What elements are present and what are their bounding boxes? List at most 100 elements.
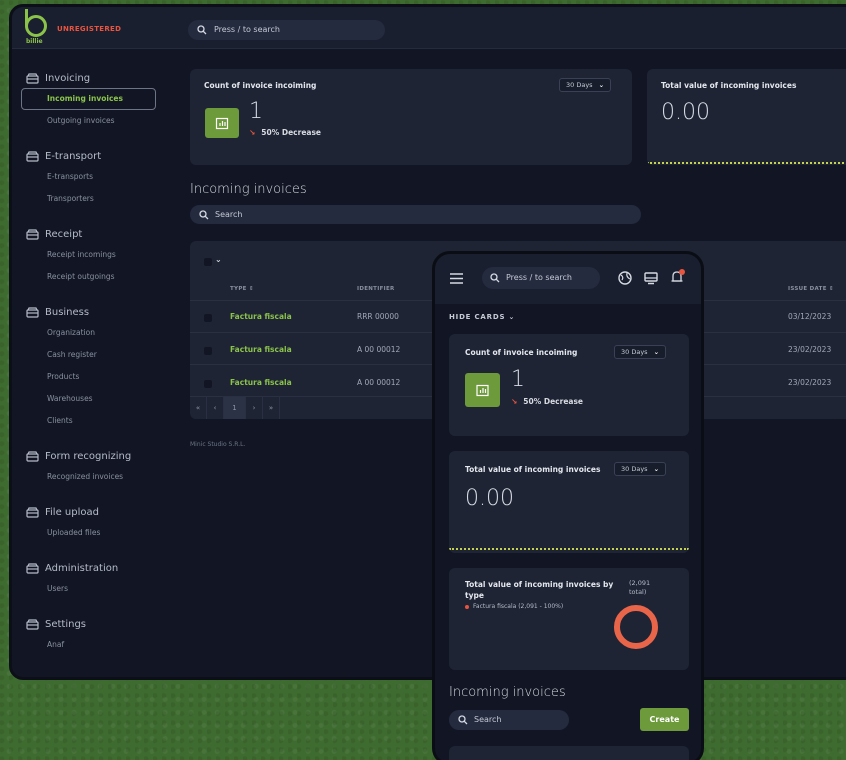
row-checkbox[interactable] xyxy=(204,314,212,322)
cell-issue-date: 03/12/2023 xyxy=(788,312,832,321)
page-current-button[interactable]: 1 xyxy=(224,397,246,419)
sidebar-group-label: Administration xyxy=(45,563,119,574)
folder-icon xyxy=(26,451,39,462)
page-first-button[interactable]: « xyxy=(190,397,207,419)
footer-company: Minic Studio S.R.L. xyxy=(190,441,246,448)
folder-icon xyxy=(26,151,39,162)
count-change: ↘ 50% Decrease xyxy=(249,128,322,137)
count-card: Count of invoice incoiming 30 Days ⌄ 1 ↘ 5… xyxy=(190,69,632,165)
brand-name: billie xyxy=(26,38,43,45)
cell-identifier: A 00 00012 xyxy=(357,378,401,387)
sidebar-item-e-transports[interactable]: E-transports xyxy=(47,172,93,181)
search-placeholder: Search xyxy=(215,210,243,219)
sparkline xyxy=(647,162,846,164)
sidebar-item-uploaded-files[interactable]: Uploaded files xyxy=(47,528,100,537)
total-value: 0.00 xyxy=(465,486,514,511)
column-header-type[interactable]: TYPE ⇕ xyxy=(230,286,254,292)
search-placeholder: Press / to search xyxy=(214,25,280,34)
trend-down-icon: ↘ xyxy=(511,397,518,406)
period-select-value: 30 Days xyxy=(621,348,648,356)
page-prev-button[interactable]: ‹ xyxy=(207,397,224,419)
row-checkbox[interactable] xyxy=(204,380,212,388)
sidebar-item-outgoing-invoices[interactable]: Outgoing invoices xyxy=(47,116,115,125)
app-logo[interactable]: billie xyxy=(25,9,51,45)
search-icon xyxy=(458,715,468,725)
by-type-card-title: Total value of incoming invoices by type xyxy=(465,580,614,600)
count-value: 1 xyxy=(511,367,525,392)
total-value: 0.00 xyxy=(661,100,710,125)
pagination: « ‹ 1 › » xyxy=(190,397,280,419)
chevron-down-icon[interactable]: ⌄ xyxy=(215,255,222,264)
period-select-value: 30 Days xyxy=(621,465,648,473)
globe-icon[interactable] xyxy=(618,271,632,285)
sidebar-item-users[interactable]: Users xyxy=(47,584,68,593)
sidebar-item-receipt-incomings[interactable]: Receipt incomings xyxy=(47,250,116,259)
period-select-value: 30 Days xyxy=(566,81,593,89)
cell-identifier: RRR 00000 xyxy=(357,312,399,321)
sidebar-item-clients[interactable]: Clients xyxy=(47,416,73,425)
sidebar-group-label: E-transport xyxy=(45,151,102,162)
legend-swatch xyxy=(465,604,469,609)
folder-icon xyxy=(26,619,39,630)
sidebar-item-products[interactable]: Products xyxy=(47,372,79,381)
total-card: Total value of incoming invoices 0.00 xyxy=(647,69,846,165)
trend-down-icon: ↘ xyxy=(249,128,256,137)
total-card-title: Total value of incoming invoices xyxy=(465,465,601,474)
monitor-icon[interactable] xyxy=(644,271,658,285)
sidebar-item-warehouses[interactable]: Warehouses xyxy=(47,394,93,403)
chart-legend: Factura fiscala (2,091 - 100%) xyxy=(465,603,563,610)
folder-icon xyxy=(26,507,39,518)
row-checkbox[interactable] xyxy=(204,347,212,355)
search-placeholder: Search xyxy=(474,715,502,724)
sidebar-item-incoming-invoices[interactable]: Incoming invoices xyxy=(21,88,156,110)
sidebar-item-receipt-outgoings[interactable]: Receipt outgoings xyxy=(47,272,115,281)
period-select[interactable]: 30 Days ⌄ xyxy=(614,345,667,359)
period-select[interactable]: 30 Days ⌄ xyxy=(559,78,612,92)
sidebar-group-label: Business xyxy=(45,307,90,318)
folder-icon xyxy=(26,229,39,240)
search-icon xyxy=(490,273,500,283)
folder-icon xyxy=(26,73,39,84)
sidebar-group-label: Invoicing xyxy=(45,73,91,84)
chart-icon xyxy=(465,373,500,407)
invoice-search-input[interactable]: Search xyxy=(190,205,641,224)
license-status: UNREGISTERED xyxy=(57,25,122,33)
search-icon xyxy=(199,210,209,220)
cell-type[interactable]: Factura fiscala xyxy=(230,312,292,321)
sidebar-group-label: File upload xyxy=(45,507,99,518)
menu-icon[interactable] xyxy=(450,273,463,284)
column-header-issue-date[interactable]: ISSUE DATE ⇕ xyxy=(788,286,834,292)
donut-chart xyxy=(614,605,658,649)
count-value: 1 xyxy=(249,99,263,124)
cell-type[interactable]: Factura fiscala xyxy=(230,345,292,354)
sidebar-item-organization[interactable]: Organization xyxy=(47,328,95,337)
legend-label: Factura fiscala (2,091 - 100%) xyxy=(473,603,564,610)
column-header-identifier[interactable]: IDENTIFIER xyxy=(357,286,395,292)
page-last-button[interactable]: » xyxy=(263,397,280,419)
global-search-input[interactable]: Press / to search xyxy=(188,20,385,40)
sidebar-item-cash-register[interactable]: Cash register xyxy=(47,350,97,359)
sidebar-group-label: Form recognizing xyxy=(45,451,132,462)
sidebar-group-label: Receipt xyxy=(45,229,83,240)
sidebar-item-recognized-invoices[interactable]: Recognized invoices xyxy=(47,472,123,481)
mobile-by-type-card: Total value of incoming invoices by type… xyxy=(449,568,689,670)
mobile-search-input[interactable]: Press / to search xyxy=(482,267,600,289)
mobile-view: Press / to search HIDE CARDS ⌄ Count of … xyxy=(432,251,704,760)
mobile-table-card xyxy=(449,746,689,760)
bell-icon[interactable] xyxy=(670,268,686,285)
sidebar-item-transporters[interactable]: Transporters xyxy=(47,194,94,203)
total-note: (2,091 total) xyxy=(629,579,651,596)
mobile-invoice-search-input[interactable]: Search xyxy=(449,710,569,730)
cell-type[interactable]: Factura fiscala xyxy=(230,378,292,387)
page-next-button[interactable]: › xyxy=(246,397,263,419)
cell-issue-date: 23/02/2023 xyxy=(788,378,832,387)
hide-cards-toggle[interactable]: HIDE CARDS ⌄ xyxy=(449,313,515,321)
count-card-title: Count of invoice incoiming xyxy=(465,348,578,357)
sidebar-item-anaf[interactable]: Anaf xyxy=(47,640,64,649)
count-change: ↘ 50% Decrease xyxy=(511,397,584,406)
select-all-checkbox[interactable] xyxy=(204,258,212,266)
chart-icon xyxy=(205,108,239,138)
folder-icon xyxy=(26,563,39,574)
period-select[interactable]: 30 Days ⌄ xyxy=(614,462,667,476)
create-button[interactable]: Create xyxy=(640,708,689,731)
